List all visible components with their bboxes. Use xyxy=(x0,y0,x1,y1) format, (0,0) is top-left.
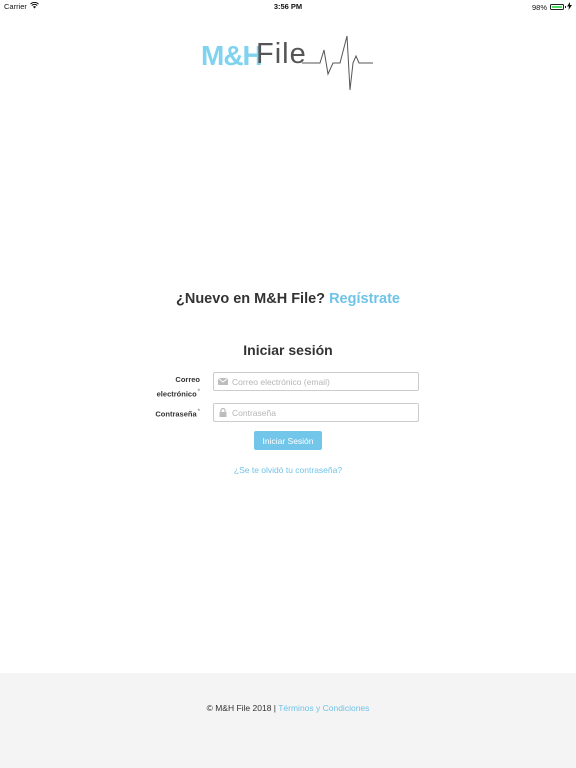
email-label: Correo electrónico* xyxy=(150,374,200,401)
register-prompt: ¿Nuevo en M&H File? Regístrate xyxy=(0,291,576,307)
email-field[interactable] xyxy=(213,372,419,391)
forgot-password-text[interactable]: ¿Se te olvidó tu contraseña? xyxy=(234,465,342,475)
email-input[interactable] xyxy=(232,376,412,387)
terms-link[interactable]: Términos y Condiciones xyxy=(278,703,369,713)
battery-level xyxy=(552,6,562,8)
password-field[interactable] xyxy=(213,403,419,422)
envelope-icon xyxy=(214,378,232,385)
email-label-line2: electrónico xyxy=(156,389,197,399)
copyright-text: © M&H File 2018 | xyxy=(206,703,276,713)
battery-tip xyxy=(564,6,566,8)
required-mark: * xyxy=(197,389,200,395)
clock: 3:56 PM xyxy=(273,2,303,11)
battery-percent: 98% xyxy=(531,2,547,12)
register-link[interactable]: Regístrate xyxy=(329,291,400,307)
login-title: Iniciar sesión xyxy=(243,342,333,358)
status-bar-right: 98% xyxy=(532,2,572,12)
status-bar: Carrier 3:56 PM 98% xyxy=(0,0,576,12)
password-label: Contraseña* xyxy=(140,406,200,421)
password-label-text: Contraseña xyxy=(155,409,197,419)
footer: © M&H File 2018 | Términos y Condiciones xyxy=(0,673,576,768)
login-button[interactable]: Iniciar Sesión xyxy=(254,431,322,450)
charging-icon xyxy=(567,2,572,12)
heartbeat-line-icon xyxy=(302,35,373,91)
required-mark: * xyxy=(197,409,200,415)
battery-icon xyxy=(550,4,566,10)
email-label-line1: Correo xyxy=(175,375,200,384)
footer-text: © M&H File 2018 | Términos y Condiciones xyxy=(0,703,576,713)
register-prompt-text: ¿Nuevo en M&H File? xyxy=(176,291,326,307)
password-input[interactable] xyxy=(232,407,412,418)
forgot-password-link: ¿Se te olvidó tu contraseña? xyxy=(0,465,576,475)
lock-icon xyxy=(214,408,232,417)
app-logo: M&H File xyxy=(200,32,378,94)
